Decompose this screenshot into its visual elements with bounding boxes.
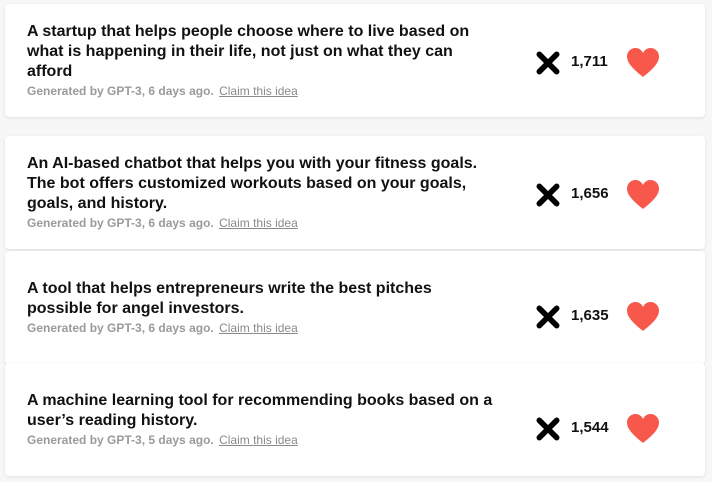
idea-title: A startup that helps people choose where… <box>27 23 470 80</box>
heart-icon[interactable] <box>627 302 659 332</box>
idea-meta: Generated by GPT-3, 6 days ago. Claim th… <box>27 215 500 231</box>
idea-card: A machine learning tool for recommending… <box>5 363 705 476</box>
close-icon[interactable] <box>535 182 561 208</box>
heart-icon[interactable] <box>627 414 659 444</box>
generated-by-text: Generated by GPT-3, 5 days ago. <box>27 433 214 447</box>
idea-card: A tool that helps entrepreneurs write th… <box>5 251 705 364</box>
vote-count: 1,635 <box>571 307 609 324</box>
vote-count: 1,656 <box>571 185 609 202</box>
close-icon[interactable] <box>535 50 561 76</box>
claim-idea-link[interactable]: Claim this idea <box>219 433 298 447</box>
idea-title: An AI-based chatbot that helps you with … <box>27 155 478 212</box>
idea-meta: Generated by GPT-3, 6 days ago. Claim th… <box>27 83 500 99</box>
idea-meta: Generated by GPT-3, 6 days ago. Claim th… <box>27 320 500 336</box>
generated-by-text: Generated by GPT-3, 6 days ago. <box>27 321 214 335</box>
idea-text-block: A startup that helps people choose where… <box>27 4 500 117</box>
idea-card: A startup that helps people choose where… <box>5 4 705 117</box>
claim-idea-link[interactable]: Claim this idea <box>219 216 298 230</box>
close-icon[interactable] <box>535 304 561 330</box>
generated-by-text: Generated by GPT-3, 6 days ago. <box>27 216 214 230</box>
idea-text-block: A machine learning tool for recommending… <box>27 363 500 476</box>
heart-icon[interactable] <box>627 180 659 210</box>
idea-meta: Generated by GPT-3, 5 days ago. Claim th… <box>27 432 500 448</box>
idea-text-block: An AI-based chatbot that helps you with … <box>27 136 500 249</box>
idea-list: A startup that helps people choose where… <box>0 0 712 482</box>
claim-idea-link[interactable]: Claim this idea <box>219 321 298 335</box>
idea-title: A tool that helps entrepreneurs write th… <box>27 280 432 317</box>
idea-title: A machine learning tool for recommending… <box>27 392 493 429</box>
generated-by-text: Generated by GPT-3, 6 days ago. <box>27 84 214 98</box>
idea-actions: 1,544 <box>505 363 705 476</box>
idea-actions: 1,711 <box>505 4 705 117</box>
claim-idea-link[interactable]: Claim this idea <box>219 84 298 98</box>
idea-text-block: A tool that helps entrepreneurs write th… <box>27 251 500 364</box>
idea-card: An AI-based chatbot that helps you with … <box>5 136 705 249</box>
vote-count: 1,711 <box>571 53 608 70</box>
heart-icon[interactable] <box>627 48 659 78</box>
vote-count: 1,544 <box>571 419 609 436</box>
idea-actions: 1,656 <box>505 136 705 249</box>
close-icon[interactable] <box>535 416 561 442</box>
idea-actions: 1,635 <box>505 251 705 364</box>
